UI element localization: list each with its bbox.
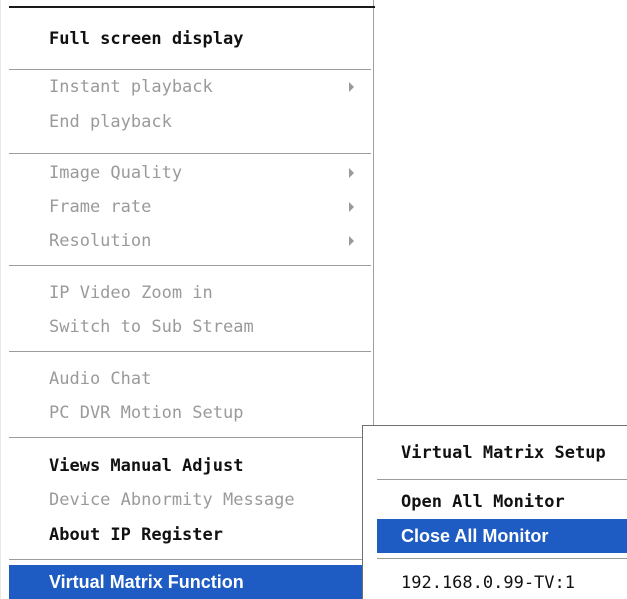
submenu-item-virtual-matrix-setup[interactable]: Virtual Matrix Setup (363, 436, 627, 470)
submenu-item-close-all-monitor[interactable]: Close All Monitor (377, 519, 627, 553)
virtual-matrix-submenu: Virtual Matrix Setup Open All Monitor Cl… (362, 425, 627, 599)
submenu-item-monitor-tv-1[interactable]: 192.168.0.99-TV:1 (363, 566, 627, 599)
submenu-separator (377, 558, 627, 560)
menu-item-image-quality[interactable]: Image Quality (1, 156, 375, 190)
menu-top-edge (9, 6, 375, 8)
menu-item-label: IP Video Zoom in (49, 283, 213, 303)
submenu-item-open-all-monitor[interactable]: Open All Monitor (363, 485, 627, 519)
menu-item-device-abnormity-message[interactable]: Device Abnormity Message (1, 483, 375, 517)
submenu-arrow-icon (349, 168, 354, 178)
menu-separator (9, 437, 371, 439)
menu-item-resolution[interactable]: Resolution (1, 224, 375, 258)
context-menu: Full screen display Instant playback End… (0, 0, 375, 599)
submenu-item-label: Open All Monitor (401, 492, 565, 512)
menu-item-label: Full screen display (49, 29, 244, 49)
submenu-arrow-icon (349, 236, 354, 246)
menu-item-label: Views Manual Adjust (49, 456, 244, 476)
menu-separator (9, 265, 371, 267)
submenu-arrow-icon (349, 202, 354, 212)
screenshot-canvas: Full screen display Instant playback End… (0, 0, 627, 599)
menu-item-label: Frame rate (49, 197, 152, 217)
menu-item-label: Resolution (49, 231, 152, 251)
menu-item-label: Instant playback (49, 77, 213, 97)
submenu-item-label: Virtual Matrix Setup (401, 443, 606, 463)
menu-item-views-manual-adjust[interactable]: Views Manual Adjust (1, 449, 375, 483)
menu-item-label: PC DVR Motion Setup (49, 403, 244, 423)
menu-item-audio-chat[interactable]: Audio Chat (1, 362, 375, 396)
submenu-item-label: Close All Monitor (401, 525, 549, 546)
submenu-separator (377, 479, 627, 481)
menu-item-label: About IP Register (49, 525, 223, 545)
submenu-item-label: 192.168.0.99-TV:1 (401, 573, 575, 593)
menu-item-label: Switch to Sub Stream (49, 317, 254, 337)
menu-item-switch-to-sub-stream[interactable]: Switch to Sub Stream (1, 310, 375, 344)
menu-separator (9, 153, 371, 155)
menu-item-about-ip-register[interactable]: About IP Register (1, 518, 375, 552)
menu-item-label: Audio Chat (49, 369, 152, 389)
menu-separator (9, 351, 371, 353)
menu-item-label: Virtual Matrix Function (49, 571, 244, 592)
menu-separator (9, 559, 371, 561)
menu-item-label: Image Quality (49, 163, 183, 183)
menu-item-instant-playback[interactable]: Instant playback (1, 70, 375, 104)
menu-item-frame-rate[interactable]: Frame rate (1, 190, 375, 224)
menu-item-virtual-matrix-function[interactable]: Virtual Matrix Function (9, 565, 375, 599)
menu-item-ip-video-zoom-in[interactable]: IP Video Zoom in (1, 276, 375, 310)
menu-item-pc-dvr-motion-setup[interactable]: PC DVR Motion Setup (1, 396, 375, 430)
menu-item-label: Device Abnormity Message (49, 490, 295, 510)
menu-item-label: End playback (49, 112, 172, 132)
menu-item-full-screen-display[interactable]: Full screen display (1, 22, 375, 56)
submenu-arrow-icon (349, 82, 354, 92)
menu-item-end-playback[interactable]: End playback (1, 105, 375, 139)
